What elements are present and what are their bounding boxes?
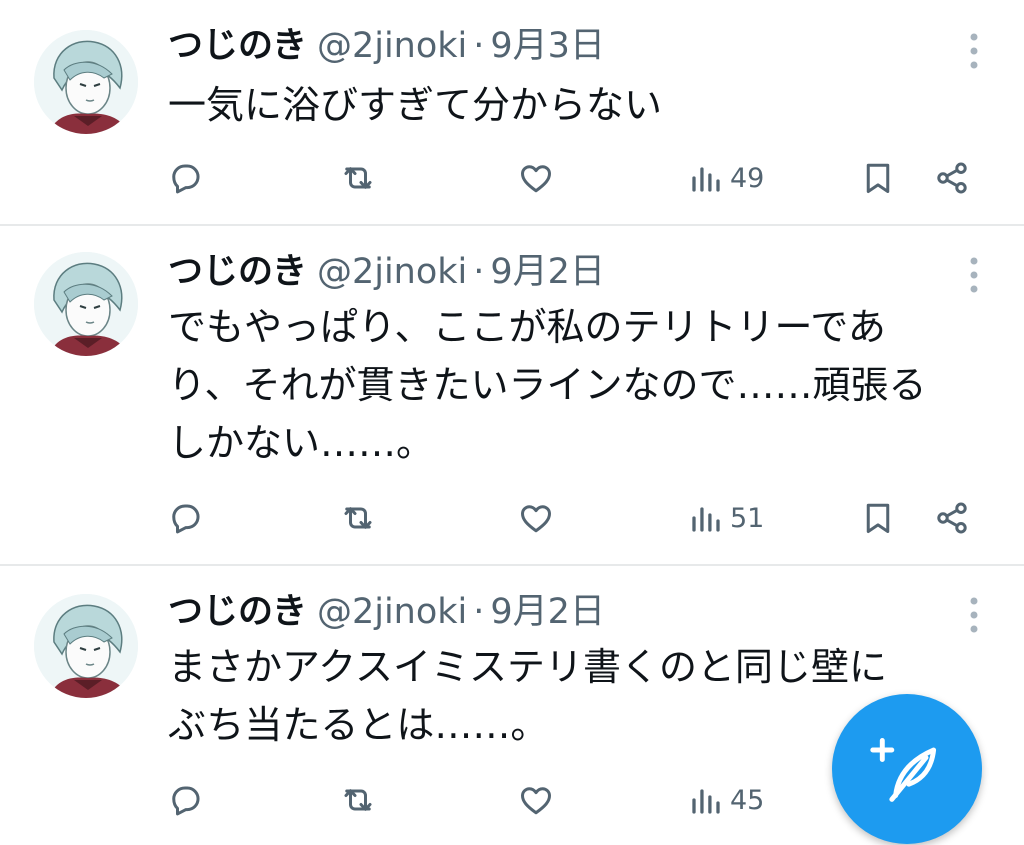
- user-handle[interactable]: @2jinoki: [317, 592, 467, 632]
- tweet-text-line: 一気に浴びすぎて分からない: [168, 83, 663, 127]
- retweet-icon: [344, 507, 372, 529]
- views-button[interactable]: 49: [688, 153, 764, 203]
- views-count: 49: [730, 162, 765, 194]
- tweet-header: つじのき @2jinoki · 9月2日: [168, 588, 605, 636]
- tweet-text: でもやっぱり、ここが私のテリトリーであ り、それが貫きたいラインなので……頑張る…: [168, 298, 988, 472]
- reply-icon: [172, 164, 200, 194]
- retweet-button[interactable]: [340, 775, 376, 825]
- tweet-text-line: り、それが貫きたいラインなので……頑張る: [168, 363, 927, 407]
- heart-icon: [521, 787, 551, 815]
- heart-icon: [521, 165, 551, 193]
- share-icon: [937, 502, 967, 534]
- bookmark-button[interactable]: [860, 493, 896, 543]
- tweet-header: つじのき @2jinoki · 9月2日: [168, 248, 605, 296]
- tweet-date[interactable]: 9月2日: [490, 592, 605, 632]
- user-handle[interactable]: @2jinoki: [317, 26, 467, 66]
- separator-dot: ·: [473, 252, 485, 292]
- more-vertical-icon[interactable]: [964, 255, 984, 295]
- like-button[interactable]: [518, 493, 554, 543]
- reply-icon: [172, 786, 200, 816]
- tweet-date[interactable]: 9月3日: [490, 26, 605, 66]
- tweet-text-line: でもやっぱり、ここが私のテリトリーであ: [168, 305, 886, 349]
- views-chart-icon: [692, 507, 720, 532]
- views-count: 45: [730, 784, 765, 816]
- views-button[interactable]: 51: [688, 493, 764, 543]
- retweet-button[interactable]: [340, 493, 376, 543]
- tweet-text-line: まさかアクスイミステリ書くのと同じ壁に: [168, 645, 887, 689]
- share-button[interactable]: [934, 493, 970, 543]
- tweet-actions: 51: [0, 493, 1024, 543]
- more-vertical-icon[interactable]: [964, 595, 984, 635]
- compose-button[interactable]: [832, 694, 982, 844]
- display-name[interactable]: つじのき: [168, 592, 307, 632]
- views-button[interactable]: 45: [688, 775, 764, 825]
- tweet-header: つじのき @2jinoki · 9月3日: [168, 22, 605, 70]
- tweet-text-line: しかない……。: [168, 421, 435, 465]
- reply-icon: [172, 504, 200, 534]
- display-name[interactable]: つじのき: [168, 26, 307, 66]
- retweet-icon: [344, 167, 372, 189]
- reply-button[interactable]: [167, 775, 203, 825]
- avatar[interactable]: [34, 252, 138, 356]
- like-button[interactable]: [518, 775, 554, 825]
- reply-button[interactable]: [167, 493, 203, 543]
- views-chart-icon: [692, 167, 720, 192]
- share-button[interactable]: [934, 153, 970, 203]
- separator-dot: ·: [473, 26, 485, 66]
- retweet-button[interactable]: [340, 153, 376, 203]
- display-name[interactable]: つじのき: [168, 252, 307, 292]
- tweet-text: 一気に浴びすぎて分からない: [168, 76, 988, 134]
- more-vertical-icon[interactable]: [964, 31, 984, 71]
- bookmark-icon: [866, 163, 890, 193]
- views-chart-icon: [692, 789, 720, 814]
- tweet-date[interactable]: 9月2日: [490, 252, 605, 292]
- compose-feather-icon: [870, 738, 937, 802]
- share-icon: [937, 162, 967, 194]
- like-button[interactable]: [518, 153, 554, 203]
- tweet[interactable]: つじのき @2jinoki · 9月2日 でもやっぱり、ここが私のテリトリーであ り、…: [0, 226, 1024, 566]
- tweet-actions: 49: [0, 153, 1024, 203]
- tweet[interactable]: つじのき @2jinoki · 9月3日 一気に浴びすぎて分からない 49: [0, 0, 1024, 226]
- avatar[interactable]: [34, 594, 138, 698]
- bookmark-icon: [866, 503, 890, 533]
- bookmark-button[interactable]: [860, 153, 896, 203]
- user-handle[interactable]: @2jinoki: [317, 252, 467, 292]
- reply-button[interactable]: [167, 153, 203, 203]
- heart-icon: [521, 505, 551, 533]
- avatar[interactable]: [34, 30, 138, 134]
- retweet-icon: [344, 789, 372, 811]
- views-count: 51: [730, 502, 765, 534]
- separator-dot: ·: [473, 592, 485, 632]
